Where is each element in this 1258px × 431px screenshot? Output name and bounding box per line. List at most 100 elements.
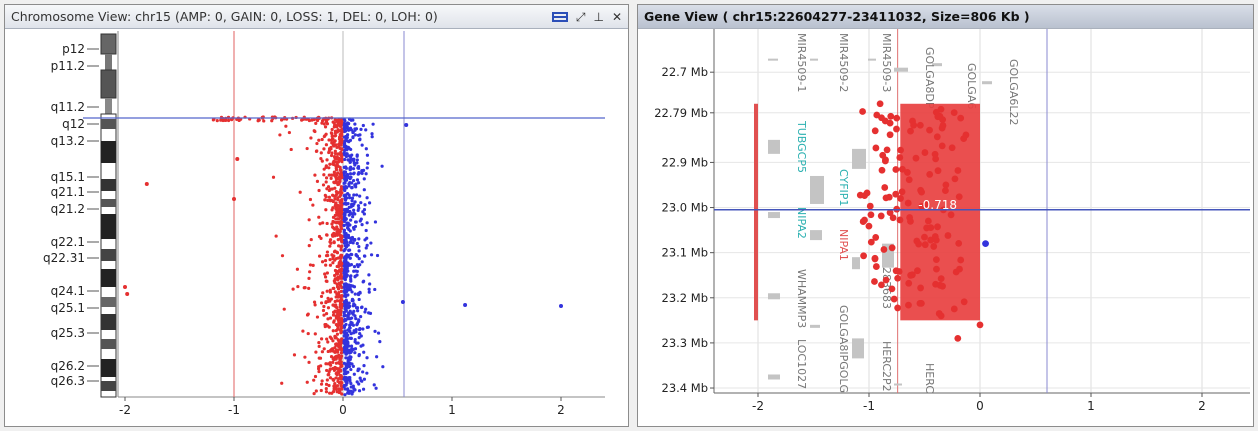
cytoband-label: q12 — [62, 117, 85, 131]
log-ratio-point — [915, 240, 923, 248]
gain-data-point — [352, 302, 356, 306]
gain-data-point — [343, 259, 347, 263]
loss-data-point — [326, 373, 330, 377]
log-ratio-point — [909, 117, 916, 125]
loss-data-point — [336, 182, 340, 187]
cytoband-label: q15.1 — [51, 170, 85, 184]
gain-data-point — [358, 137, 362, 141]
log-ratio-point — [947, 211, 955, 219]
gain-data-point — [352, 285, 357, 289]
log-ratio-point — [914, 267, 921, 275]
loss-data-point — [319, 337, 324, 341]
log-ratio-point — [957, 114, 965, 122]
loss-data-point — [333, 336, 337, 340]
gain-data-point — [351, 215, 355, 219]
log-ratio-point — [938, 124, 946, 132]
gene-label: GOLGA8IPGOLG — [837, 305, 850, 393]
loss-data-point — [336, 327, 340, 331]
gain-data-point — [354, 220, 358, 224]
gain-data-point — [344, 234, 348, 238]
loss-data-point — [334, 316, 338, 320]
loss-data-point — [334, 277, 338, 281]
gain-data-point — [364, 128, 368, 132]
loss-data-point — [325, 187, 329, 191]
loss-data-point — [332, 378, 336, 382]
gain-data-point — [349, 332, 353, 336]
loss-data-point — [324, 176, 329, 180]
loss-data-point — [317, 369, 321, 374]
gain-data-point — [352, 171, 356, 175]
loss-data-point — [339, 326, 344, 330]
gain-data-point — [352, 208, 356, 212]
chromosome-view-titlebar[interactable]: Chromosome View: chr15 (AMP: 0, GAIN: 0,… — [5, 5, 628, 29]
loss-data-point — [339, 331, 343, 335]
cytoband-label: q22.31 — [43, 251, 85, 265]
gene-label: MIR4509-1 — [795, 33, 808, 92]
loss-data-point — [334, 303, 338, 307]
loss-data-point — [337, 353, 341, 357]
gain-data-point — [355, 380, 359, 384]
loss-data-point — [311, 263, 315, 267]
loss-data-point — [332, 286, 336, 290]
chromosome-plot[interactable]: p12 p11.2 q11.2 q12 q13.2 q15.1q21.1 q21.2 q22.… — [5, 29, 628, 426]
gene-view-titlebar[interactable]: Gene View ( chr15:22604277-23411032, Siz… — [638, 5, 1253, 29]
gain-data-point — [342, 334, 346, 338]
gain-data-point — [346, 356, 350, 360]
gain-data-point — [361, 123, 365, 128]
log-ratio-point — [921, 149, 929, 156]
loss-data-point — [321, 221, 325, 225]
gain-data-point — [342, 361, 346, 365]
gain-outlier-point — [400, 300, 405, 304]
loss-data-point — [340, 191, 344, 195]
loss-data-point — [314, 389, 318, 393]
gene-view-title: Gene View ( chr15:22604277-23411032, Siz… — [644, 9, 1030, 24]
gain-data-point — [344, 347, 349, 352]
loss-data-point — [330, 134, 334, 138]
restore-icon[interactable]: ⤢ — [576, 11, 586, 23]
gene-label: GOLGA8DP — [923, 47, 936, 109]
loss-data-point — [321, 308, 326, 313]
loss-data-point — [319, 236, 323, 240]
log-ratio-point — [934, 113, 942, 121]
loss-data-point — [339, 239, 344, 243]
gain-data-point — [373, 287, 377, 292]
loss-data-point — [312, 300, 317, 304]
gene-plot[interactable]: MIR4509-1 MIR4509-2 MIR4509-3 GOLGA8DP GOLGA… — [638, 29, 1253, 426]
loss-data-point — [339, 260, 343, 264]
loss-data-point — [326, 349, 330, 354]
log-ratio-point — [942, 187, 949, 195]
gain-data-point — [373, 220, 378, 224]
gain-data-point — [351, 135, 355, 140]
log-ratio-point — [932, 256, 940, 264]
gain-data-point — [365, 356, 369, 360]
gene-block — [810, 324, 820, 328]
loss-data-point — [313, 303, 317, 307]
cytoband-label: q11.2 — [51, 100, 85, 114]
gain-data-point — [355, 269, 359, 274]
log-ratio-point — [886, 131, 894, 139]
gene-block — [768, 374, 780, 380]
close-icon[interactable]: ✕ — [612, 11, 622, 23]
gain-data-point — [357, 249, 361, 253]
loss-data-point — [308, 197, 313, 202]
layout-icon[interactable] — [551, 11, 568, 22]
loss-data-point — [320, 260, 325, 264]
pin-icon[interactable]: ⊥ — [593, 11, 603, 23]
log-ratio-point — [916, 300, 924, 307]
loss-data-point — [331, 193, 335, 197]
loss-data-point — [324, 279, 328, 283]
gain-data-point — [343, 157, 347, 162]
gain-data-point — [365, 371, 369, 375]
loss-data-point — [340, 175, 344, 180]
log-ratio-point — [877, 212, 885, 220]
loss-data-point — [313, 332, 317, 336]
loss-data-point — [324, 180, 328, 184]
loss-data-point — [219, 118, 223, 122]
cytoband-label: q26.3 — [51, 374, 85, 388]
loss-data-point — [331, 225, 335, 229]
gain-data-point — [357, 297, 361, 302]
loss-data-point — [333, 134, 337, 138]
loss-data-point — [338, 140, 342, 144]
log-ratio-point — [897, 195, 904, 202]
loss-data-point — [332, 310, 336, 314]
